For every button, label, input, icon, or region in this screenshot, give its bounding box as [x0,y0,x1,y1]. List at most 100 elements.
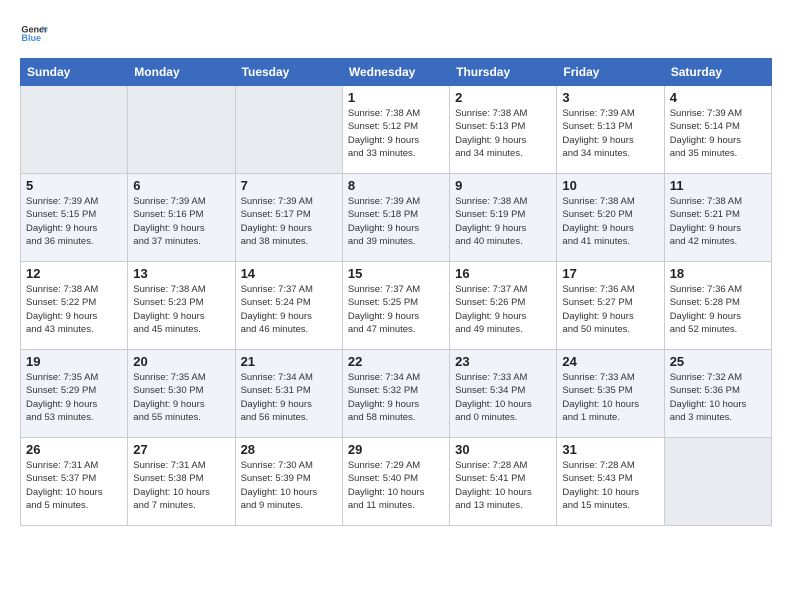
calendar-cell [21,86,128,174]
calendar-cell: 11 Sunrise: 7:38 AM Sunset: 5:21 PM Dayli… [664,174,771,262]
calendar-cell [235,86,342,174]
day-info: Sunrise: 7:29 AM Sunset: 5:40 PM Dayligh… [348,459,444,512]
header-row: SundayMondayTuesdayWednesdayThursdayFrid… [21,59,772,86]
day-number: 9 [455,178,551,193]
calendar-cell: 23 Sunrise: 7:33 AM Sunset: 5:34 PM Dayli… [450,350,557,438]
day-info: Sunrise: 7:38 AM Sunset: 5:19 PM Dayligh… [455,195,551,248]
day-number: 5 [26,178,122,193]
calendar-cell: 10 Sunrise: 7:38 AM Sunset: 5:20 PM Dayli… [557,174,664,262]
day-info: Sunrise: 7:32 AM Sunset: 5:36 PM Dayligh… [670,371,766,424]
day-info: Sunrise: 7:38 AM Sunset: 5:21 PM Dayligh… [670,195,766,248]
day-info: Sunrise: 7:37 AM Sunset: 5:24 PM Dayligh… [241,283,337,336]
day-info: Sunrise: 7:39 AM Sunset: 5:13 PM Dayligh… [562,107,658,160]
day-info: Sunrise: 7:39 AM Sunset: 5:18 PM Dayligh… [348,195,444,248]
day-info: Sunrise: 7:35 AM Sunset: 5:29 PM Dayligh… [26,371,122,424]
calendar-cell: 22 Sunrise: 7:34 AM Sunset: 5:32 PM Dayli… [342,350,449,438]
calendar-cell: 28Sunrise: 7:30 AM Sunset: 5:39 PM Dayli… [235,438,342,526]
week-row-5: 26 Sunrise: 7:31 AM Sunset: 5:37 PM Dayli… [21,438,772,526]
calendar-cell: 19 Sunrise: 7:35 AM Sunset: 5:29 PM Dayli… [21,350,128,438]
day-number: 14 [241,266,337,281]
day-number: 26 [26,442,122,457]
day-number: 31 [562,442,658,457]
calendar-cell: 20 Sunrise: 7:35 AM Sunset: 5:30 PM Dayli… [128,350,235,438]
day-info: Sunrise: 7:38 AM Sunset: 5:22 PM Dayligh… [26,283,122,336]
calendar-cell: 9 Sunrise: 7:38 AM Sunset: 5:19 PM Daylig… [450,174,557,262]
calendar-cell: 12 Sunrise: 7:38 AM Sunset: 5:22 PM Dayli… [21,262,128,350]
calendar-cell: 17 Sunrise: 7:36 AM Sunset: 5:27 PM Dayli… [557,262,664,350]
calendar-cell: 1Sunrise: 7:38 AM Sunset: 5:12 PM Daylig… [342,86,449,174]
calendar-cell: 8 Sunrise: 7:39 AM Sunset: 5:18 PM Daylig… [342,174,449,262]
day-number: 25 [670,354,766,369]
day-info: Sunrise: 7:39 AM Sunset: 5:14 PM Dayligh… [670,107,766,160]
day-info: Sunrise: 7:31 AM Sunset: 5:37 PM Dayligh… [26,459,122,512]
day-number: 3 [562,90,658,105]
day-number: 23 [455,354,551,369]
logo: General Blue [20,20,48,48]
day-info: Sunrise: 7:35 AM Sunset: 5:30 PM Dayligh… [133,371,229,424]
day-number: 11 [670,178,766,193]
calendar-cell: 13Sunrise: 7:38 AM Sunset: 5:23 PM Dayli… [128,262,235,350]
day-number: 22 [348,354,444,369]
week-row-2: 5Sunrise: 7:39 AM Sunset: 5:15 PM Daylig… [21,174,772,262]
calendar-cell: 5Sunrise: 7:39 AM Sunset: 5:15 PM Daylig… [21,174,128,262]
day-number: 10 [562,178,658,193]
calendar-cell [664,438,771,526]
calendar-cell: 25 Sunrise: 7:32 AM Sunset: 5:36 PM Dayli… [664,350,771,438]
day-number: 29 [348,442,444,457]
calendar-cell: 6Sunrise: 7:39 AM Sunset: 5:16 PM Daylig… [128,174,235,262]
header-day-wednesday: Wednesday [342,59,449,86]
day-info: Sunrise: 7:36 AM Sunset: 5:27 PM Dayligh… [562,283,658,336]
day-info: Sunrise: 7:37 AM Sunset: 5:25 PM Dayligh… [348,283,444,336]
day-number: 7 [241,178,337,193]
calendar-cell [128,86,235,174]
calendar-cell: 29 Sunrise: 7:29 AM Sunset: 5:40 PM Dayli… [342,438,449,526]
day-number: 13 [133,266,229,281]
day-number: 24 [562,354,658,369]
calendar-cell: 16 Sunrise: 7:37 AM Sunset: 5:26 PM Dayli… [450,262,557,350]
day-info: Sunrise: 7:38 AM Sunset: 5:20 PM Dayligh… [562,195,658,248]
day-info: Sunrise: 7:38 AM Sunset: 5:12 PM Dayligh… [348,107,444,160]
calendar-cell: 4Sunrise: 7:39 AM Sunset: 5:14 PM Daylig… [664,86,771,174]
week-row-1: 1Sunrise: 7:38 AM Sunset: 5:12 PM Daylig… [21,86,772,174]
header-day-monday: Monday [128,59,235,86]
calendar-cell: 2Sunrise: 7:38 AM Sunset: 5:13 PM Daylig… [450,86,557,174]
calendar-table: SundayMondayTuesdayWednesdayThursdayFrid… [20,58,772,526]
day-info: Sunrise: 7:37 AM Sunset: 5:26 PM Dayligh… [455,283,551,336]
day-number: 20 [133,354,229,369]
header-day-friday: Friday [557,59,664,86]
calendar-cell: 14 Sunrise: 7:37 AM Sunset: 5:24 PM Dayli… [235,262,342,350]
day-info: Sunrise: 7:38 AM Sunset: 5:13 PM Dayligh… [455,107,551,160]
day-number: 17 [562,266,658,281]
calendar-cell: 3 Sunrise: 7:39 AM Sunset: 5:13 PM Daylig… [557,86,664,174]
day-number: 18 [670,266,766,281]
calendar-cell: 27 Sunrise: 7:31 AM Sunset: 5:38 PM Dayli… [128,438,235,526]
calendar-cell: 24Sunrise: 7:33 AM Sunset: 5:35 PM Dayli… [557,350,664,438]
day-info: Sunrise: 7:31 AM Sunset: 5:38 PM Dayligh… [133,459,229,512]
day-info: Sunrise: 7:34 AM Sunset: 5:32 PM Dayligh… [348,371,444,424]
header-day-thursday: Thursday [450,59,557,86]
day-info: Sunrise: 7:28 AM Sunset: 5:41 PM Dayligh… [455,459,551,512]
day-number: 19 [26,354,122,369]
calendar-cell: 21Sunrise: 7:34 AM Sunset: 5:31 PM Dayli… [235,350,342,438]
day-number: 16 [455,266,551,281]
day-info: Sunrise: 7:28 AM Sunset: 5:43 PM Dayligh… [562,459,658,512]
calendar-cell: 18Sunrise: 7:36 AM Sunset: 5:28 PM Dayli… [664,262,771,350]
header: General Blue [20,20,772,48]
day-number: 30 [455,442,551,457]
header-day-tuesday: Tuesday [235,59,342,86]
calendar-cell: 31 Sunrise: 7:28 AM Sunset: 5:43 PM Dayli… [557,438,664,526]
day-number: 8 [348,178,444,193]
calendar-cell: 30 Sunrise: 7:28 AM Sunset: 5:41 PM Dayli… [450,438,557,526]
logo-icon: General Blue [20,20,48,48]
week-row-3: 12 Sunrise: 7:38 AM Sunset: 5:22 PM Dayli… [21,262,772,350]
header-day-saturday: Saturday [664,59,771,86]
day-info: Sunrise: 7:33 AM Sunset: 5:34 PM Dayligh… [455,371,551,424]
week-row-4: 19 Sunrise: 7:35 AM Sunset: 5:29 PM Dayli… [21,350,772,438]
day-info: Sunrise: 7:30 AM Sunset: 5:39 PM Dayligh… [241,459,337,512]
calendar-cell: 7Sunrise: 7:39 AM Sunset: 5:17 PM Daylig… [235,174,342,262]
day-number: 15 [348,266,444,281]
day-number: 27 [133,442,229,457]
calendar-cell: 15 Sunrise: 7:37 AM Sunset: 5:25 PM Dayli… [342,262,449,350]
day-number: 12 [26,266,122,281]
svg-text:Blue: Blue [21,33,41,43]
